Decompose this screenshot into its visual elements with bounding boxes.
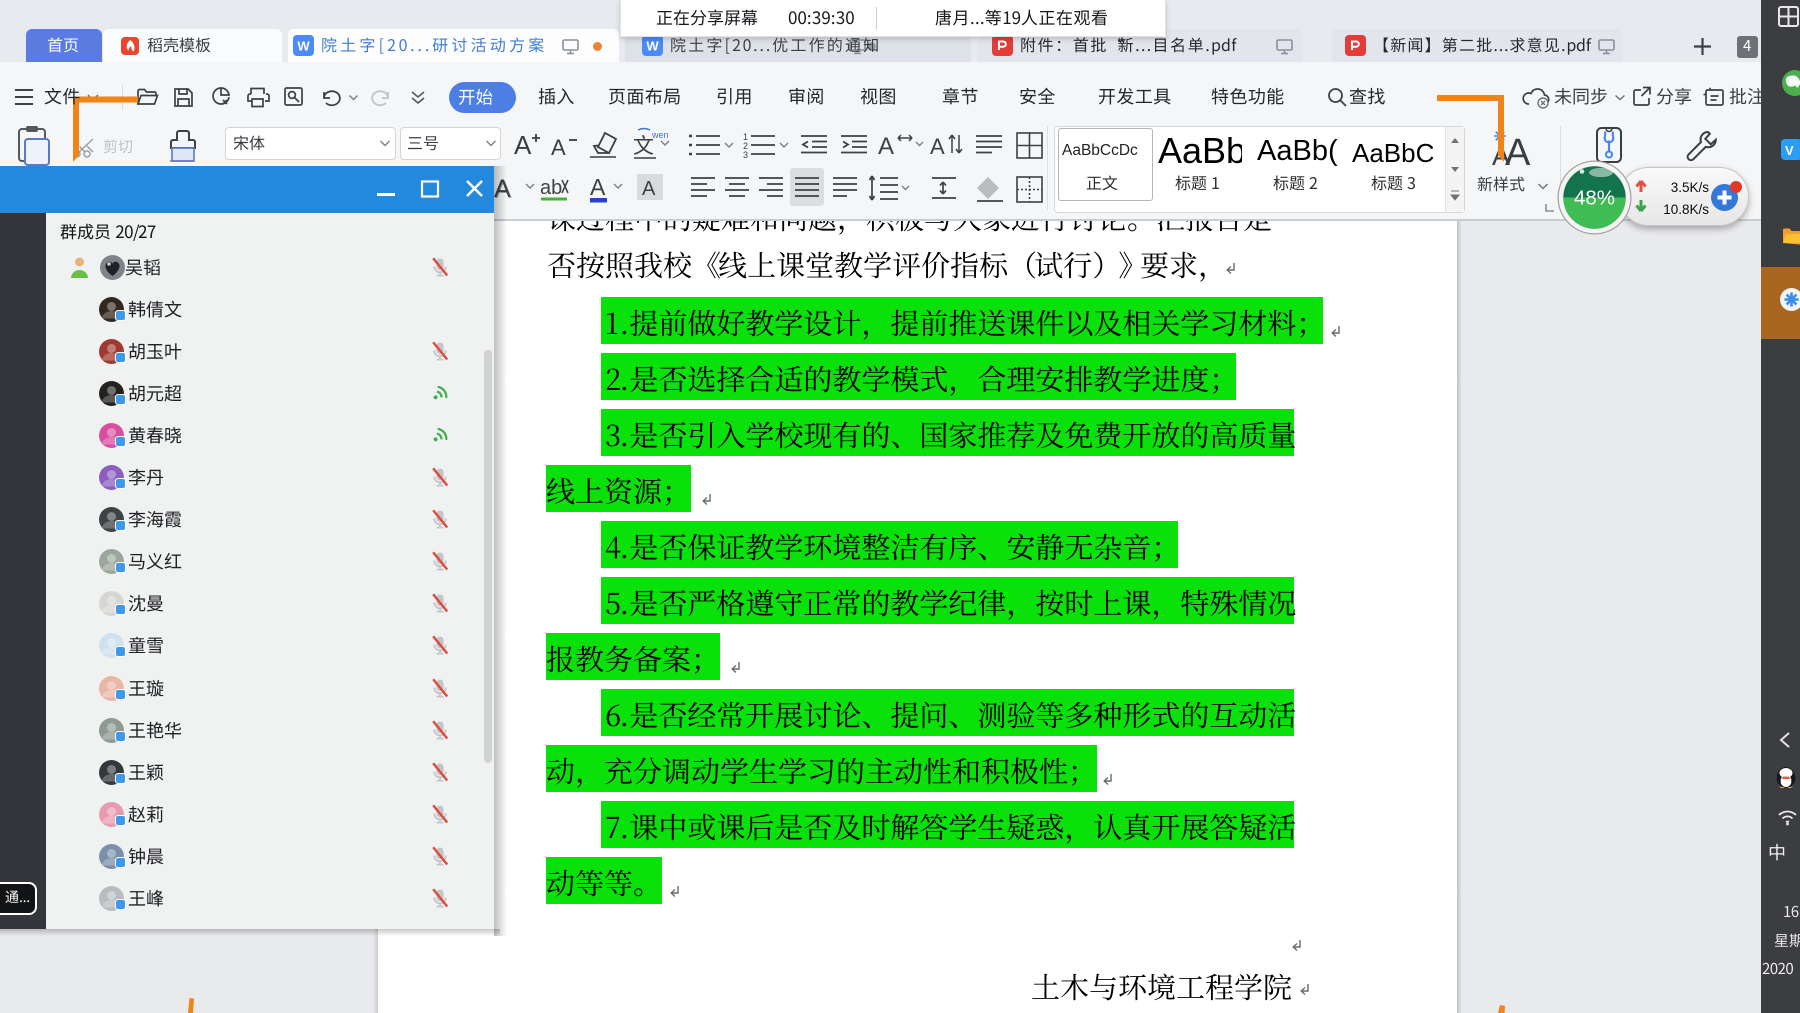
- svg-text:48%: 48%: [1574, 187, 1615, 210]
- svg-text:A: A: [551, 135, 566, 160]
- svg-text:A: A: [878, 133, 894, 160]
- svg-text:A: A: [590, 174, 606, 200]
- svg-text:ab: ab: [540, 177, 562, 199]
- svg-text:3: 3: [743, 150, 748, 160]
- svg-text:A: A: [642, 178, 656, 200]
- svg-text:文: 文: [633, 134, 654, 158]
- svg-text:V: V: [1785, 143, 1794, 158]
- svg-text:A: A: [514, 130, 532, 160]
- svg-text:A: A: [930, 134, 945, 159]
- svg-text:wen: wen: [651, 130, 669, 140]
